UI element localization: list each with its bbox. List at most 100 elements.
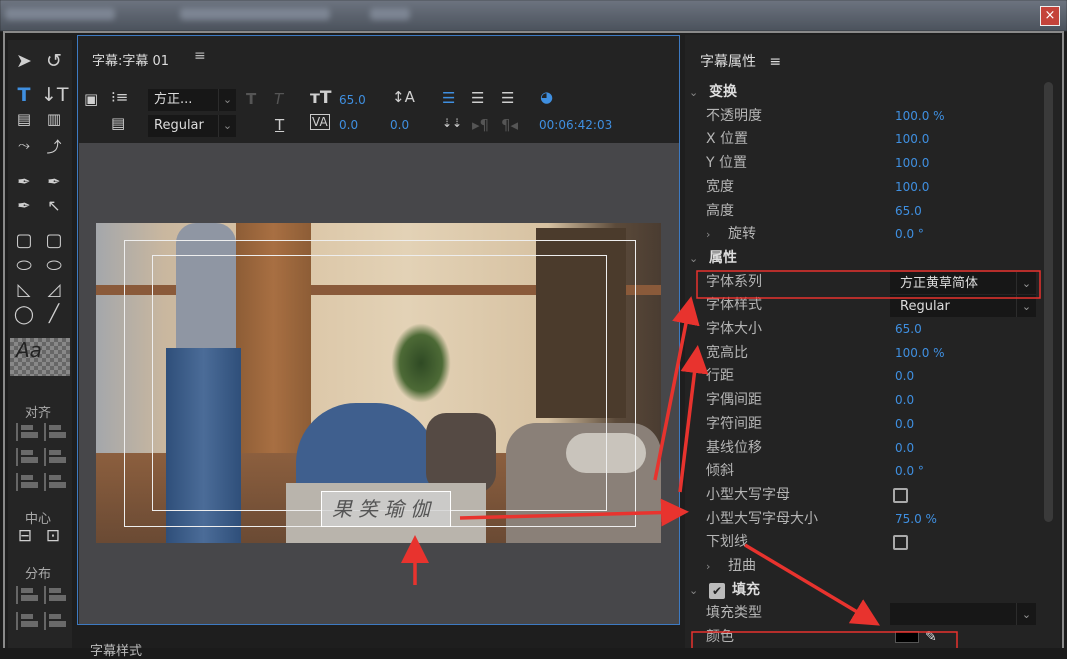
ellipse-tool-icon[interactable]: ◯ xyxy=(11,304,37,325)
property-value[interactable]: 65.0 xyxy=(895,200,922,223)
eyedropper-icon[interactable]: ✎ xyxy=(925,626,937,649)
align-bottom-icon[interactable] xyxy=(44,473,66,491)
vertical-path-type-tool-icon[interactable]: ⤴ xyxy=(41,136,67,157)
property-value[interactable]: 100.0 % xyxy=(895,105,945,128)
align-vcenter-icon[interactable] xyxy=(44,448,66,466)
pen-tool-icon[interactable]: ✒ xyxy=(11,172,37,191)
fill-checkbox[interactable]: ✔ xyxy=(709,582,725,599)
rounded-corner-tool-icon[interactable]: ⬭ xyxy=(41,255,67,276)
chevron-down-icon[interactable]: ⌄ xyxy=(689,579,698,602)
property-row: 不透明度 100.0 % xyxy=(685,105,1040,128)
add-anchor-tool-icon[interactable]: ✒ xyxy=(11,196,37,215)
italic-icon[interactable]: T xyxy=(274,90,283,108)
convert-anchor-tool-icon[interactable]: ↖ xyxy=(41,196,67,215)
align-top-icon[interactable] xyxy=(44,423,66,441)
property-row[interactable]: ⌄ ✔ 填充 xyxy=(685,579,1040,602)
show-background-video-icon[interactable]: ◕ xyxy=(540,88,553,106)
property-row[interactable]: ⌄ 属性 xyxy=(685,247,1040,270)
leading-value[interactable]: 0.0 xyxy=(390,118,409,132)
property-row[interactable]: › 旋转 0.0 ° xyxy=(685,223,1040,246)
chevron-down-icon: ⌄ xyxy=(1016,603,1036,626)
property-value[interactable]: 100.0 xyxy=(895,152,929,175)
tab-stops-icon[interactable]: ⁝≡ xyxy=(111,88,128,106)
property-value[interactable]: 0.0 xyxy=(895,437,914,460)
property-dropdown[interactable]: ⌄ xyxy=(890,603,1036,626)
delete-anchor-tool-icon[interactable]: ✒ xyxy=(41,172,67,191)
font-style-select[interactable]: Regular ⌄ xyxy=(148,115,236,137)
arc-tool-icon[interactable]: ◿ xyxy=(41,280,67,300)
clipped-rectangle-tool-icon[interactable]: ⬭ xyxy=(11,255,37,276)
selection-tool-icon[interactable]: ➤ xyxy=(11,50,37,72)
property-label: 字体样式 xyxy=(706,297,762,314)
paragraph-rtl-icon[interactable]: ¶◂ xyxy=(501,116,518,134)
chevron-down-icon: ⌄ xyxy=(218,115,236,137)
property-checkbox[interactable] xyxy=(893,535,908,551)
vertical-type-tool-icon[interactable]: ↓T xyxy=(41,84,69,106)
property-row[interactable]: ⌄ 变换 xyxy=(685,81,1040,104)
path-type-tool-icon[interactable]: ⤳ xyxy=(11,136,37,154)
property-row: 字体样式 Regular ⌄ xyxy=(685,294,1040,318)
align-center-text-icon[interactable]: ☰ xyxy=(471,89,484,107)
distribute-middle-icon[interactable] xyxy=(44,612,66,630)
font-family-select[interactable]: 方正... ⌄ xyxy=(148,89,236,111)
roll-crawl-options-icon[interactable]: ▣ xyxy=(84,90,98,108)
title-canvas[interactable]: 果笑瑜伽 xyxy=(79,143,679,624)
property-value[interactable]: 100.0 xyxy=(895,128,929,151)
template-icon[interactable]: ▤ xyxy=(111,114,125,132)
property-dropdown[interactable]: 方正黄草简体 ⌄ xyxy=(890,271,1036,294)
property-label: 填充 xyxy=(732,581,760,598)
rotate-tool-icon[interactable]: ↺ xyxy=(41,50,67,72)
tab-ruler-icon[interactable]: ⇣⇣ xyxy=(442,116,462,130)
rectangle-tool-icon[interactable]: ▢ xyxy=(11,230,37,251)
type-tool-icon[interactable]: T xyxy=(11,84,37,106)
chevron-down-icon: ⌄ xyxy=(1016,271,1036,294)
align-hcenter-icon[interactable] xyxy=(16,448,38,466)
font-size-value[interactable]: 65.0 xyxy=(339,93,366,107)
editor-menu-icon[interactable]: ≡ xyxy=(194,48,206,64)
kerning-value[interactable]: 0.0 xyxy=(339,118,358,132)
property-value[interactable]: 0.0 xyxy=(895,389,914,412)
color-swatch[interactable] xyxy=(895,631,919,644)
subtitle-text-box[interactable]: 果笑瑜伽 xyxy=(321,491,451,527)
property-value[interactable]: 100.0 xyxy=(895,176,929,199)
area-type-tool-icon[interactable]: ▤ xyxy=(11,110,37,128)
property-value[interactable]: 0.0 xyxy=(895,365,914,388)
chevron-down-icon[interactable]: ⌄ xyxy=(689,81,698,104)
close-button[interactable]: × xyxy=(1040,6,1060,26)
timecode[interactable]: 00:06:42:03 xyxy=(539,118,612,132)
bold-icon[interactable]: T xyxy=(246,90,256,108)
align-right-icon[interactable] xyxy=(16,473,38,491)
distribute-center-icon[interactable] xyxy=(16,612,38,630)
underline-icon[interactable]: T xyxy=(275,116,284,134)
property-value[interactable]: 100.0 % xyxy=(895,342,945,365)
property-value[interactable]: 0.0 ° xyxy=(895,223,924,246)
properties-menu-icon[interactable]: ≡ xyxy=(769,54,781,70)
rounded-rectangle-tool-icon[interactable]: ▢ xyxy=(41,230,67,251)
center-horizontal-icon[interactable]: ⊟ xyxy=(12,526,38,546)
center-vertical-icon[interactable]: ⊡ xyxy=(40,526,66,546)
title-styles-panel-tab[interactable]: 字幕样式 xyxy=(90,640,142,659)
property-value[interactable]: 75.0 % xyxy=(895,508,937,531)
align-right-text-icon[interactable]: ☰ xyxy=(501,89,514,107)
line-tool-icon[interactable]: ╱ xyxy=(41,304,67,324)
property-value[interactable]: 0.0 xyxy=(895,413,914,436)
align-left-icon[interactable] xyxy=(16,423,38,441)
chevron-down-icon: ⌄ xyxy=(1016,295,1036,318)
paragraph-ltr-icon[interactable]: ▸¶ xyxy=(472,116,489,134)
wedge-tool-icon[interactable]: ◺ xyxy=(11,280,37,300)
leading-icon: ↕A xyxy=(392,88,415,106)
property-checkbox[interactable] xyxy=(893,487,908,503)
distribute-left-icon[interactable] xyxy=(16,586,38,604)
chevron-right-icon[interactable]: › xyxy=(706,223,710,246)
vertical-area-type-tool-icon[interactable]: ▥ xyxy=(41,110,67,128)
property-dropdown[interactable]: Regular ⌄ xyxy=(890,295,1036,318)
property-row[interactable]: › 扭曲 xyxy=(685,555,1040,578)
property-value[interactable]: 0.0 ° xyxy=(895,460,924,483)
chevron-down-icon[interactable]: ⌄ xyxy=(689,247,698,270)
distribute-top-icon[interactable] xyxy=(44,586,66,604)
properties-scrollbar[interactable] xyxy=(1044,82,1053,522)
property-label: 高度 xyxy=(706,202,734,219)
property-value[interactable]: 65.0 xyxy=(895,318,922,341)
align-left-text-icon[interactable]: ☰ xyxy=(442,89,455,107)
chevron-right-icon[interactable]: › xyxy=(706,555,710,578)
